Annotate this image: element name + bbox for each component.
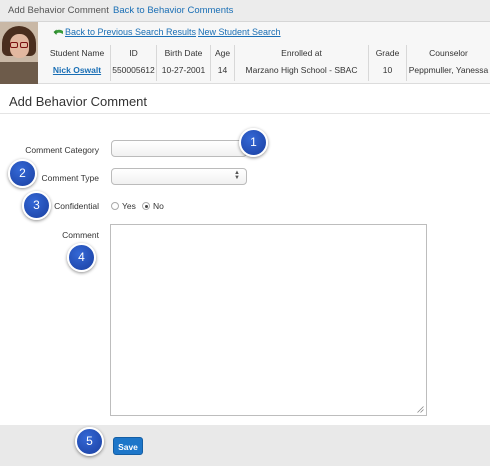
age-value: 14 — [217, 65, 228, 75]
birth-date-header: Birth Date — [164, 48, 203, 58]
birth-date-column: Birth Date 10-27-2001 — [156, 45, 210, 81]
save-button[interactable]: Save — [113, 437, 143, 455]
confidential-no-label: No — [153, 201, 164, 211]
comment-label: Comment — [62, 230, 99, 240]
callout-badge-4: 4 — [67, 243, 96, 272]
grade-value: 10 — [382, 65, 393, 75]
callout-badge-2: 2 — [8, 159, 37, 188]
back-to-search-results-link[interactable]: Back to Previous Search Results — [65, 27, 196, 37]
page-title: Add Behavior Comment — [9, 94, 148, 109]
callout-badge-5: 5 — [75, 427, 104, 456]
enrolled-at-header: Enrolled at — [281, 48, 322, 58]
new-student-search-link[interactable]: New Student Search — [198, 27, 281, 37]
grade-column: Grade 10 — [368, 45, 406, 81]
resize-grip-icon[interactable] — [417, 406, 424, 413]
enrolled-at-column: Enrolled at Marzano High School - SBAC — [234, 45, 368, 81]
comment-textarea[interactable] — [110, 224, 427, 416]
enrolled-at-value: Marzano High School - SBAC — [245, 65, 358, 75]
tab-back-to-behavior-comments[interactable]: Back to Behavior Comments — [113, 5, 233, 16]
age-header: Age — [214, 48, 231, 58]
counselor-column: Counselor Peppmuller, Yanessa — [406, 45, 490, 81]
student-photo — [0, 22, 38, 84]
comment-category-select[interactable] — [111, 140, 247, 157]
confidential-no-radio[interactable] — [142, 202, 150, 210]
select-arrows-icon: ▲ ▼ — [234, 170, 240, 181]
student-header-panel: Back to Previous Search Results New Stud… — [0, 22, 490, 84]
callout-badge-3: 3 — [22, 191, 51, 220]
comment-type-select[interactable]: ▲ ▼ — [111, 168, 247, 185]
tab-add-behavior-comment[interactable]: Add Behavior Comment — [8, 5, 109, 16]
student-id-column: ID 550005612 — [110, 45, 156, 81]
student-name-link[interactable]: Nick Oswalt — [44, 65, 110, 75]
callout-badge-1: 1 — [239, 128, 268, 157]
confidential-yes-label: Yes — [122, 201, 136, 211]
student-name-header: Student Name — [49, 48, 105, 58]
counselor-value: Peppmuller, Yanessa — [408, 65, 489, 75]
student-id-value: 550005612 — [112, 65, 155, 75]
title-divider — [0, 113, 490, 114]
back-arrow-icon — [53, 29, 63, 35]
student-name-column: Student Name Nick Oswalt — [44, 45, 110, 81]
grade-header: Grade — [375, 48, 400, 58]
tab-bar: Add Behavior Comment Back to Behavior Co… — [0, 0, 490, 22]
counselor-header: Counselor — [429, 48, 468, 58]
student-id-header: ID — [129, 48, 138, 58]
birth-date-value: 10-27-2001 — [161, 65, 206, 75]
form-footer: Save — [0, 425, 490, 466]
comment-category-label: Comment Category — [25, 145, 99, 155]
confidential-yes-radio[interactable] — [111, 202, 119, 210]
age-column: Age 14 — [210, 45, 234, 81]
